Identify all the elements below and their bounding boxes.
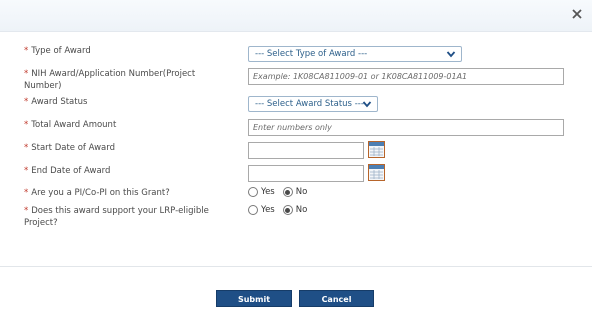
calendar-icon[interactable] <box>368 164 385 181</box>
lrp-no-radio[interactable] <box>282 205 293 215</box>
calendar-icon[interactable] <box>368 141 385 158</box>
submit-button[interactable]: Submit <box>216 290 292 307</box>
required-marker: * <box>24 206 29 216</box>
cancel-button[interactable]: Cancel <box>299 290 374 307</box>
lrp-question-label: * Does this award support your LRP-eligib… <box>24 205 229 229</box>
pi-question-radio-group: Yes No <box>248 187 315 197</box>
type-of-award-label: * Type of Award <box>24 45 224 57</box>
pi-yes-label: Yes <box>261 187 275 197</box>
lrp-yes-radio[interactable] <box>248 205 258 215</box>
dialog-header <box>0 0 592 32</box>
end-date-label-text: End Date of Award <box>31 166 111 176</box>
required-marker: * <box>24 69 29 79</box>
total-award-amount-label: * Total Award Amount <box>24 119 224 131</box>
required-marker: * <box>24 188 29 198</box>
end-date-input[interactable] <box>248 165 364 182</box>
required-marker: * <box>24 97 29 107</box>
lrp-no-option[interactable]: No <box>282 205 308 215</box>
end-date-label: * End Date of Award <box>24 165 224 177</box>
chevron-down-icon <box>362 101 372 108</box>
pi-question-label: * Are you a PI/Co-PI on this Grant? <box>24 187 224 199</box>
nih-award-number-label: * NIH Award/Application Number(Project Nu… <box>24 68 229 92</box>
required-marker: * <box>24 166 29 176</box>
start-date-input[interactable] <box>248 142 364 159</box>
lrp-question-radio-group: Yes No <box>248 205 315 215</box>
lrp-yes-option[interactable]: Yes <box>248 205 275 215</box>
chevron-down-icon <box>446 51 456 58</box>
footer-divider <box>0 266 592 267</box>
lrp-yes-label: Yes <box>261 205 275 215</box>
required-marker: * <box>24 120 29 130</box>
pi-yes-option[interactable]: Yes <box>248 187 275 197</box>
nih-award-number-input[interactable] <box>248 68 564 85</box>
required-marker: * <box>24 46 29 56</box>
pi-no-radio[interactable] <box>282 187 293 197</box>
type-of-award-label-text: Type of Award <box>31 46 91 56</box>
start-date-label-text: Start Date of Award <box>31 143 116 153</box>
pi-no-label: No <box>295 187 308 197</box>
pi-no-option[interactable]: No <box>282 187 308 197</box>
start-date-label: * Start Date of Award <box>24 142 224 154</box>
award-status-select[interactable]: --- Select Award Status --- <box>248 96 378 112</box>
lrp-question-label-text: Does this award support your LRP-eligibl… <box>24 206 209 228</box>
close-icon[interactable] <box>570 7 584 21</box>
pi-yes-radio[interactable] <box>248 187 258 197</box>
award-status-selected: --- Select Award Status --- <box>255 99 364 109</box>
award-status-label-text: Award Status <box>31 97 88 107</box>
award-status-label: * Award Status <box>24 96 224 108</box>
pi-question-label-text: Are you a PI/Co-PI on this Grant? <box>31 188 170 198</box>
type-of-award-selected: --- Select Type of Award --- <box>255 49 368 59</box>
total-award-amount-input[interactable] <box>248 119 564 136</box>
total-award-amount-label-text: Total Award Amount <box>31 120 117 130</box>
type-of-award-select[interactable]: --- Select Type of Award --- <box>248 46 462 62</box>
nih-award-number-label-text: NIH Award/Application Number(Project Num… <box>24 69 196 91</box>
lrp-no-label: No <box>295 205 308 215</box>
required-marker: * <box>24 143 29 153</box>
